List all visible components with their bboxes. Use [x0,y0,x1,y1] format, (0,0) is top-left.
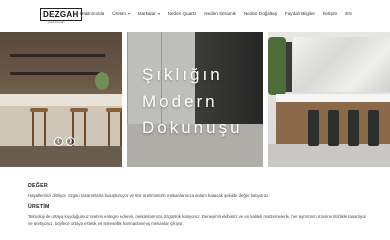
marble-wall [293,37,390,92]
section-title-uretim: ÜRETİM [28,204,50,210]
chevron-down-icon [157,12,160,15]
nav-item-label: Üretim [112,11,126,16]
bar-stool [106,108,122,148]
hero-image-right [268,32,390,167]
site-header: DEZGAH granit & kuvars Hakkımızda Üretim… [0,0,390,32]
shelf [10,72,105,75]
kitchen-island-top [276,94,390,102]
main-nav: Hakkımızda Üretim Markalar Neden Quartz … [80,11,360,16]
bar-stool [308,110,319,146]
nav-item-uretim[interactable]: Üretim [112,11,130,16]
bar-stool [368,110,379,146]
kitchen-counter [0,94,122,106]
hero-slider: ❮ ❯ Şıklığın Modern Dokunuşu [0,32,390,167]
nav-item-label: Markalar [137,11,156,16]
hero-image-center: Şıklığın Modern Dokunuşu [127,32,263,167]
nav-item-label: Faydalı Bilgiler [284,11,316,16]
bar-stool [30,108,48,148]
nav-item-neden-dogaltas[interactable]: Neden Doğaltaş [244,11,277,16]
slider-controls: ❮ ❯ [54,137,75,146]
plant-decor [95,72,109,90]
bar-stool [328,110,339,146]
nav-item-label: İletişim [323,11,338,16]
slider-prev-button[interactable]: ❮ [54,137,63,146]
nav-item-neden-quartz[interactable]: Neden Quartz [168,11,197,16]
brand-logo[interactable]: DEZGAH [40,8,82,21]
hero-image-left: ❮ ❯ [0,32,122,167]
section-title-deger: DEĞER [28,183,48,189]
hero-heading-line2: Modern [142,92,218,111]
bar-stool [348,110,359,146]
nav-item-neden-seramik[interactable]: Neden Seramik [204,11,236,16]
floor [268,144,390,167]
hero-heading-line3: Dokunuşu [142,118,243,137]
plant-decor [268,37,286,95]
nav-item-label: EN [345,11,352,16]
nav-item-label: Neden Doğaltaş [243,11,277,16]
nav-item-hakkimizda[interactable]: Hakkımızda [80,11,104,16]
section-text-uretim: Teknoloji ile ortaya koyduğumuz üretimi … [28,214,366,226]
about-content: DEĞER Hayallerinizi dinliyor, özgün tasa… [28,183,368,227]
nav-item-iletisim[interactable]: İletişim [323,11,337,16]
section-text-deger: Hayallerinizi dinliyor, özgün tasarımlar… [28,193,270,198]
chevron-down-icon [127,12,130,15]
slider-next-button[interactable]: ❯ [66,137,75,146]
brand-tagline: granit & kuvars [48,21,65,24]
nav-item-faydali-bilgiler[interactable]: Faydalı Bilgiler [285,11,315,16]
nav-item-label: Hakkımızda [80,11,105,16]
nav-item-label: Neden Seramik [204,11,236,16]
nav-item-language[interactable]: EN [345,11,351,16]
nav-item-label: Neden Quartz [167,11,197,16]
nav-item-markalar[interactable]: Markalar [138,11,160,16]
floor [0,146,122,167]
hero-heading-line1: Şıklığın [142,65,223,84]
shelf [10,54,105,57]
